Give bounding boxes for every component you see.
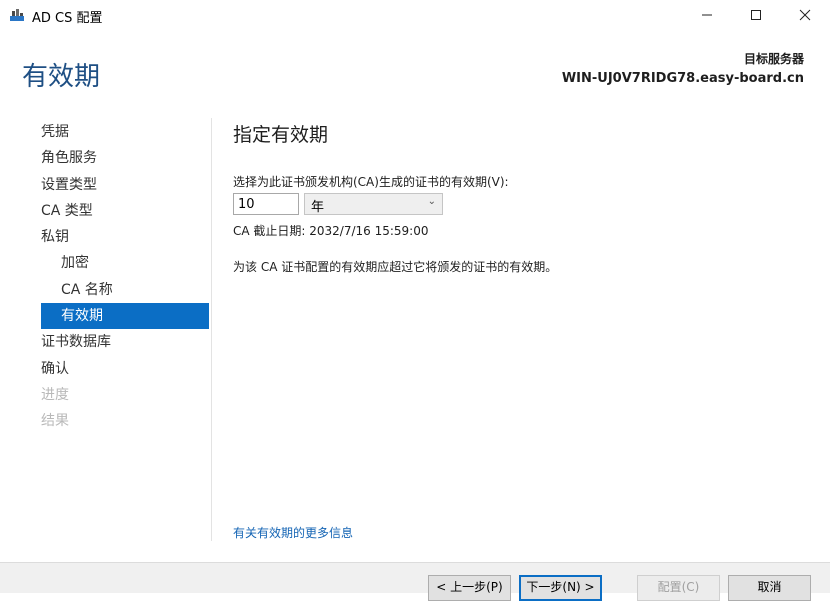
nav-item-private-key[interactable]: 私钥 <box>41 224 209 250</box>
window-title: AD CS 配置 <box>32 11 103 26</box>
nav-item-setup-type[interactable]: 设置类型 <box>41 172 209 198</box>
next-button[interactable]: 下一步(N) > <box>519 575 602 601</box>
previous-button[interactable]: < 上一步(P) <box>428 575 511 601</box>
nav-item-validity-period[interactable]: 有效期 <box>41 303 209 330</box>
validity-note: 为该 CA 证书配置的有效期应超过它将颁发的证书的有效期。 <box>233 260 558 274</box>
chevron-down-icon: ⌄ <box>427 196 436 207</box>
nav-item-ca-name[interactable]: CA 名称 <box>41 277 209 303</box>
validity-unit-select[interactable]: 年 ⌄ <box>304 193 443 215</box>
configure-button: 配置(C) <box>637 575 720 601</box>
nav-item-confirmation[interactable]: 确认 <box>41 356 209 382</box>
target-server-name: WIN-UJ0V7RIDG78.easy-board.cn <box>561 71 804 86</box>
nav-item-role-services[interactable]: 角色服务 <box>41 145 209 171</box>
validity-unit-value: 年 <box>311 200 325 215</box>
page-title: 有效期 <box>22 62 101 92</box>
nav-divider <box>211 118 212 541</box>
section-title: 指定有效期 <box>233 124 329 146</box>
nav-item-cryptography[interactable]: 加密 <box>41 250 209 276</box>
minimize-button[interactable] <box>684 0 730 30</box>
server-manager-icon <box>10 9 24 21</box>
close-icon <box>799 9 811 21</box>
title-bar: AD CS 配置 <box>0 0 830 30</box>
validity-prompt: 选择为此证书颁发机构(CA)生成的证书的有效期(V): <box>233 175 509 189</box>
maximize-button[interactable] <box>733 0 779 30</box>
nav-item-progress: 进度 <box>41 386 69 403</box>
minimize-icon <box>702 14 712 16</box>
nav-item-certificate-database[interactable]: 证书数据库 <box>41 329 209 355</box>
validity-period-input[interactable] <box>233 193 299 215</box>
nav-item-credentials[interactable]: 凭据 <box>41 119 209 145</box>
close-button[interactable] <box>782 0 828 30</box>
nav-item-ca-type[interactable]: CA 类型 <box>41 198 209 224</box>
nav-item-results: 结果 <box>41 413 69 430</box>
ca-expiration-date: CA 截止日期: 2032/7/16 15:59:00 <box>233 224 429 238</box>
more-info-link[interactable]: 有关有效期的更多信息 <box>233 524 353 541</box>
maximize-icon <box>751 10 761 20</box>
cancel-button[interactable]: 取消 <box>728 575 811 601</box>
wizard-nav: 凭据 角色服务 设置类型 CA 类型 私钥 加密 CA 名称 有效期 证书数据库… <box>41 119 209 435</box>
target-server-label: 目标服务器 <box>743 52 804 66</box>
